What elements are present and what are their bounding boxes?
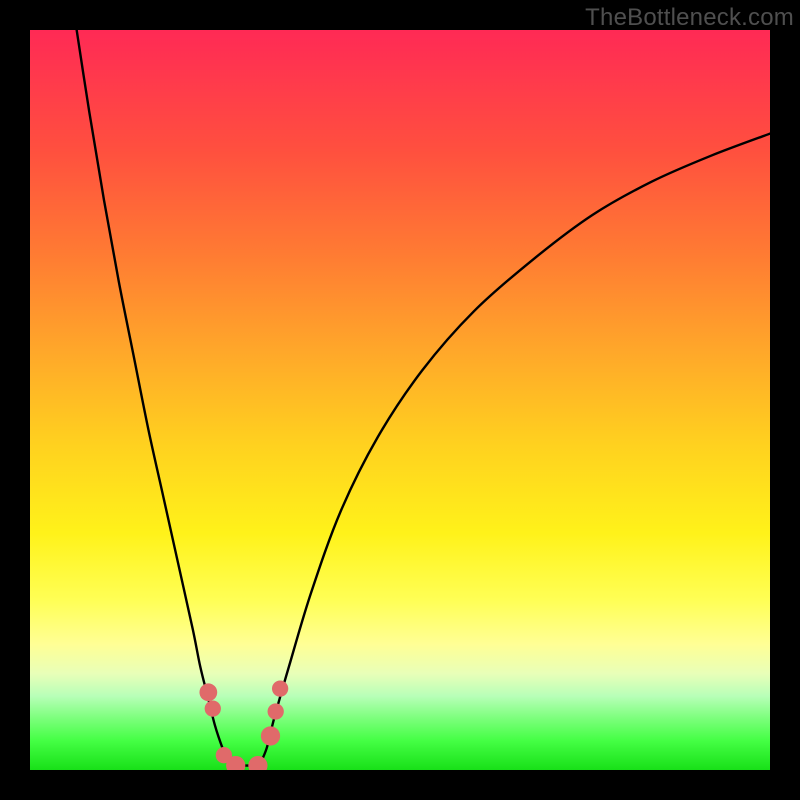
chart-frame: TheBottleneck.com — [0, 0, 800, 800]
curve-left-branch — [74, 30, 259, 766]
marker-point — [268, 703, 284, 719]
curve-right-branch — [259, 134, 770, 766]
marker-point — [248, 756, 267, 770]
curve-overlay — [30, 30, 770, 770]
marker-point — [272, 680, 288, 696]
watermark-text: TheBottleneck.com — [585, 4, 794, 32]
markers-group — [199, 680, 288, 770]
marker-point — [199, 683, 217, 701]
marker-point — [205, 700, 221, 716]
marker-point — [261, 726, 280, 745]
plot-area — [30, 30, 770, 770]
